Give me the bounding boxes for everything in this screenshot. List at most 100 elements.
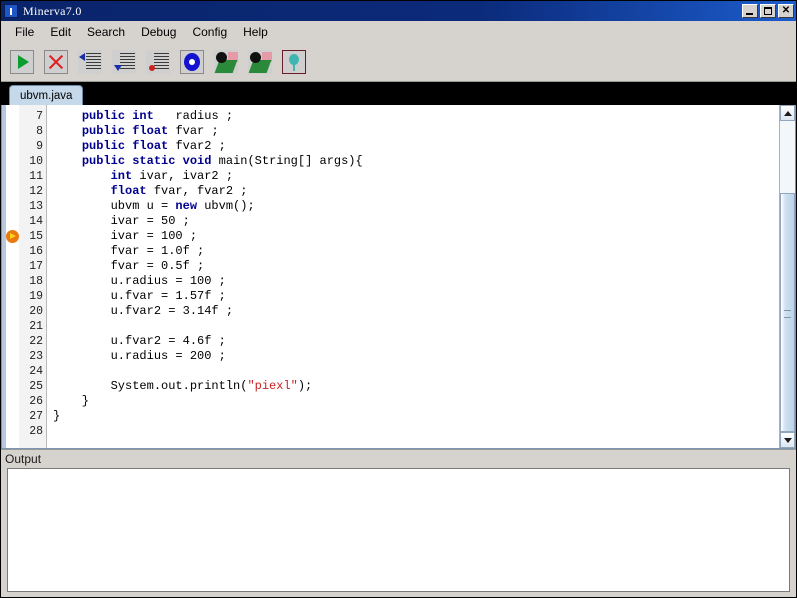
line-number: 25 [29,380,43,393]
scroll-down-button[interactable] [780,432,795,448]
stem-shape [293,63,295,71]
code-line[interactable]: public float fvar2 ; [47,139,779,154]
code-line[interactable]: System.out.println("piexl"); [47,379,779,394]
scroll-track[interactable] [780,121,795,432]
step-out-icon [146,50,170,74]
editor: 7 8 9 10 11 12 13 14 15 16 17 18 19 20 21 22 23 24 25 26 27 2… [1,105,796,449]
line-number: 8 [36,125,43,138]
keyword: public [81,154,126,168]
keyword: void [182,154,212,168]
memory-button[interactable] [278,46,310,78]
minimize-button[interactable] [742,4,758,18]
watch-button[interactable] [210,46,242,78]
menu-item-search[interactable]: Search [79,23,133,41]
menu-item-config[interactable]: Config [184,23,235,41]
window-controls: ✕ [742,4,794,18]
keyword: int [132,109,154,123]
code-line[interactable]: fvar = 0.5f ; [47,259,779,274]
red-dot-icon [149,65,155,71]
keyword: new [175,199,198,213]
doc-lines [86,53,101,71]
title-bar: Minerva7.0 ✕ [1,1,796,21]
line-number-gutter: 7 8 9 10 11 12 13 14 15 16 17 18 19 20 21 22 23 24 25 26 27 2… [19,105,47,448]
scroll-thumb[interactable] [780,193,795,432]
breakpoint-button[interactable] [176,46,208,78]
keyword: int [110,169,133,183]
inspect-button[interactable] [244,46,276,78]
stop-icon [44,50,68,74]
code-line[interactable]: fvar = 1.0f ; [47,244,779,259]
code-line[interactable]: ivar = 50 ; [47,214,779,229]
code-line[interactable]: public static void main(String[] args){ [47,154,779,169]
toolbar [1,43,796,82]
lens-shape [216,52,227,63]
code-line[interactable] [47,319,779,334]
code-line[interactable] [47,364,779,379]
lens-shape [250,52,261,63]
string-literal: "piexl" [247,379,298,393]
code-line[interactable]: public float fvar ; [47,124,779,139]
line-number: 7 [36,110,43,123]
code-line[interactable]: public int radius ; [47,109,779,124]
code-line[interactable]: u.fvar2 = 3.14f ; [47,304,779,319]
line-number: 13 [29,200,43,213]
code-line[interactable]: } [47,394,779,409]
close-button[interactable]: ✕ [778,4,794,18]
line-number: 17 [29,260,43,273]
step-out-button[interactable] [142,46,174,78]
step-into-button[interactable] [108,46,140,78]
step-into-icon [112,50,136,74]
chevron-up-icon [783,110,792,116]
watch-icon [214,50,238,74]
line-number: 23 [29,350,43,363]
menu-item-edit[interactable]: Edit [42,23,79,41]
menu-item-help[interactable]: Help [235,23,276,41]
scroll-up-button[interactable] [780,105,795,121]
menu-item-debug[interactable]: Debug [133,23,184,41]
code-line[interactable]: ivar = 100 ; [47,229,779,244]
keyword: float [132,139,169,153]
line-number: 18 [29,275,43,288]
output-label: Output [1,449,796,468]
step-over-button[interactable] [74,46,106,78]
arrow-down-icon [114,65,122,71]
run-button[interactable] [6,46,38,78]
keyword: public [81,139,126,153]
maximize-button[interactable] [760,4,776,18]
tab-strip: ubvm.java [1,82,796,105]
code-line[interactable]: ubvm u = new ubvm(); [47,199,779,214]
code-line[interactable]: int ivar, ivar2 ; [47,169,779,184]
line-number: 9 [36,140,43,153]
line-number: 16 [29,245,43,258]
line-number: 12 [29,185,43,198]
code-line[interactable]: float fvar, fvar2 ; [47,184,779,199]
code-line[interactable] [47,424,779,439]
stop-button[interactable] [40,46,72,78]
line-number: 10 [29,155,43,168]
inspect-icon [248,50,272,74]
application-window: Minerva7.0 ✕ File Edit Search Debug Conf… [0,0,797,598]
breakpoint-marker-icon[interactable] [6,230,19,243]
code-text-area[interactable]: public int radius ; public float fvar ; … [47,105,779,448]
menu-item-file[interactable]: File [7,23,42,41]
output-pane[interactable] [7,468,790,592]
line-number: 21 [29,320,43,333]
line-number: 19 [29,290,43,303]
chevron-down-icon [783,437,792,443]
keyword: float [132,124,169,138]
editor-vertical-scrollbar[interactable] [779,105,795,448]
keyword: float [110,184,147,198]
line-number: 26 [29,395,43,408]
code-line[interactable]: u.radius = 100 ; [47,274,779,289]
code-line[interactable]: u.fvar2 = 4.6f ; [47,334,779,349]
line-number: 14 [29,215,43,228]
breakpoint-rail[interactable] [2,105,19,448]
menu-bar: File Edit Search Debug Config Help [1,21,796,43]
tab-ubvm-java[interactable]: ubvm.java [9,85,84,105]
app-icon [4,4,18,18]
code-line[interactable]: } [47,409,779,424]
code-line[interactable]: u.fvar = 1.57f ; [47,289,779,304]
step-over-icon [78,50,102,74]
line-number: 20 [29,305,43,318]
code-line[interactable]: u.radius = 200 ; [47,349,779,364]
